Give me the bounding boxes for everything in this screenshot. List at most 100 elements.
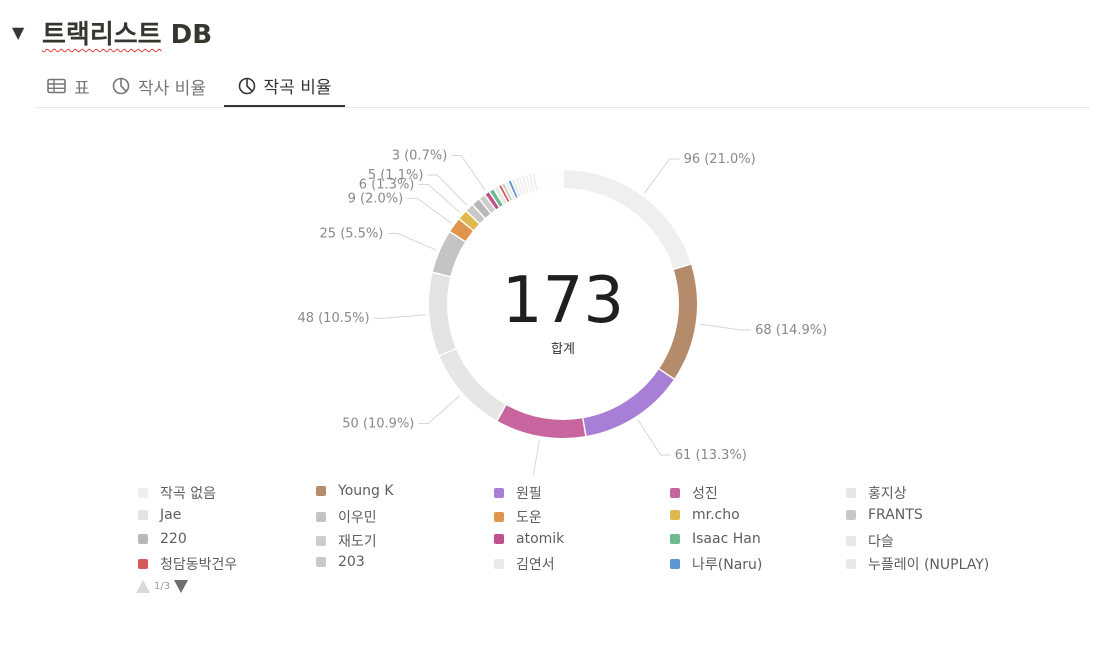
database-title-suffix: DB xyxy=(161,20,213,50)
tab-table-label: 표 xyxy=(74,78,90,99)
legend-swatch xyxy=(494,512,504,522)
donut-slice[interactable] xyxy=(659,264,697,379)
legend-swatch xyxy=(846,559,856,569)
table-icon xyxy=(47,78,66,94)
legend-label: 누플레이 (NUPLAY) xyxy=(868,557,990,573)
pager-next-icon[interactable] xyxy=(174,580,189,593)
donut-slice[interactable] xyxy=(563,170,691,269)
collapse-toggle-icon[interactable]: ▼ xyxy=(12,23,28,42)
donut-slice-other[interactable] xyxy=(537,172,542,191)
slice-value-label: 61 (13.3%) xyxy=(675,448,747,463)
donut-slice[interactable] xyxy=(432,232,465,277)
legend-label: Isaac Han xyxy=(692,531,761,547)
legend-item[interactable]: Isaac Han xyxy=(670,531,761,547)
tab-composition-ratio-label: 작곡 비율 xyxy=(263,78,332,98)
leader-line xyxy=(387,232,437,251)
tab-lyrics-ratio[interactable]: 작사 비율 xyxy=(112,66,206,106)
legend-item[interactable]: Young K xyxy=(316,483,394,499)
donut-slice-other[interactable] xyxy=(551,170,554,189)
donut-slice-other[interactable] xyxy=(549,170,552,189)
leader-line xyxy=(418,184,461,213)
legend-label: mr.cho xyxy=(692,507,740,523)
pager-prev-icon[interactable] xyxy=(136,580,150,593)
donut-slice[interactable] xyxy=(583,369,674,436)
legend-swatch xyxy=(846,488,856,498)
legend-item[interactable]: 김연서 xyxy=(494,554,555,574)
legend-item[interactable]: 누플레이 (NUPLAY) xyxy=(846,554,989,574)
legend-item[interactable]: 다슬 xyxy=(846,531,894,551)
leader-line xyxy=(644,158,680,194)
legend-item[interactable]: 원필 xyxy=(494,483,542,503)
legend-item[interactable]: Jae xyxy=(138,507,181,523)
legend-label: 다슬 xyxy=(868,534,894,550)
donut-slice-other[interactable] xyxy=(542,171,546,190)
legend-swatch xyxy=(316,557,326,567)
donut-slice-other[interactable] xyxy=(540,171,545,190)
slice-value-label: 25 (5.5%) xyxy=(320,226,384,241)
legend-item[interactable]: 220 xyxy=(138,531,187,547)
legend-item[interactable]: 이우민 xyxy=(316,507,377,527)
donut-slice-other[interactable] xyxy=(558,170,560,189)
donut-chart: 96 (21.0%) 68 (14.9%) 61 (13.3%) 52 (11.4%)… xyxy=(297,149,827,475)
legend-swatch xyxy=(846,536,856,546)
slice-value-label: 9 (2.0%) xyxy=(348,191,404,206)
donut-slice-other[interactable] xyxy=(553,170,555,189)
legend-item[interactable]: 203 xyxy=(316,554,365,570)
slice-value-label: 50 (10.9%) xyxy=(342,416,414,431)
slice-value-label: 52 (11.4%) xyxy=(446,474,518,475)
legend-item[interactable]: 도운 xyxy=(494,507,542,527)
legend-item[interactable]: 청담동박건우 xyxy=(138,554,237,574)
donut-slice-other[interactable] xyxy=(547,170,551,189)
legend-item[interactable]: 작곡 없음 xyxy=(138,483,216,503)
legend-label: Young K xyxy=(338,483,394,499)
slice-value-label: 96 (21.0%) xyxy=(684,152,756,167)
donut-slice[interactable] xyxy=(497,405,586,438)
legend-swatch xyxy=(670,559,680,569)
legend-label: 재도기 xyxy=(338,534,377,550)
legend-item[interactable]: 홍지상 xyxy=(846,483,907,503)
legend-swatch xyxy=(670,534,680,544)
database-title[interactable]: 트랙리스트 DB xyxy=(42,14,212,51)
database-header: ▼ 트랙리스트 DB xyxy=(12,14,212,51)
legend-swatch xyxy=(494,559,504,569)
slice-value-label: 3 (0.7%) xyxy=(392,149,448,164)
legend-label: FRANTS xyxy=(868,507,923,523)
slice-value-label: 5 (1.1%) xyxy=(368,168,424,183)
legend-item[interactable]: FRANTS xyxy=(846,507,923,523)
legend-item[interactable]: 재도기 xyxy=(316,531,377,551)
donut-slice[interactable] xyxy=(439,349,506,421)
slice-value-label: 48 (10.5%) xyxy=(297,311,369,326)
legend-label: 작곡 없음 xyxy=(160,486,216,502)
donut-slice-other[interactable] xyxy=(539,172,543,190)
legend-item[interactable]: atomik xyxy=(494,531,564,547)
donut-slice-other[interactable] xyxy=(554,170,557,189)
legend-item[interactable]: 성진 xyxy=(670,483,718,503)
leader-line xyxy=(637,419,671,456)
legend-swatch xyxy=(138,534,148,544)
legend-swatch xyxy=(316,512,326,522)
chart-total-value: 173 xyxy=(502,264,624,338)
legend-item[interactable]: 나루(Naru) xyxy=(670,554,762,574)
pie-chart-icon xyxy=(112,77,130,95)
legend-swatch xyxy=(494,534,504,544)
tab-composition-ratio[interactable]: 작곡 비율 xyxy=(224,66,345,107)
legend-label: 원필 xyxy=(516,486,542,502)
leader-line xyxy=(451,155,486,191)
legend-item[interactable]: mr.cho xyxy=(670,507,740,523)
legend-pager: 1/3 xyxy=(136,580,189,593)
legend-label: 홍지상 xyxy=(868,486,907,502)
donut-slice[interactable] xyxy=(429,273,456,355)
legend-label: Jae xyxy=(160,507,182,523)
donut-slice-other[interactable] xyxy=(560,170,561,189)
pie-chart-icon xyxy=(238,77,255,94)
slice-value-label: 68 (14.9%) xyxy=(755,323,827,338)
donut-slice-other[interactable] xyxy=(556,170,558,189)
legend-swatch xyxy=(670,510,680,520)
legend-label: 김연서 xyxy=(516,557,555,573)
legend-label: 청담동박건우 xyxy=(160,557,238,573)
tab-table[interactable]: 표 xyxy=(47,66,90,106)
leader-line xyxy=(418,395,461,424)
legend-label: 220 xyxy=(160,531,187,547)
legend-swatch xyxy=(670,488,680,498)
leader-line xyxy=(699,323,752,331)
